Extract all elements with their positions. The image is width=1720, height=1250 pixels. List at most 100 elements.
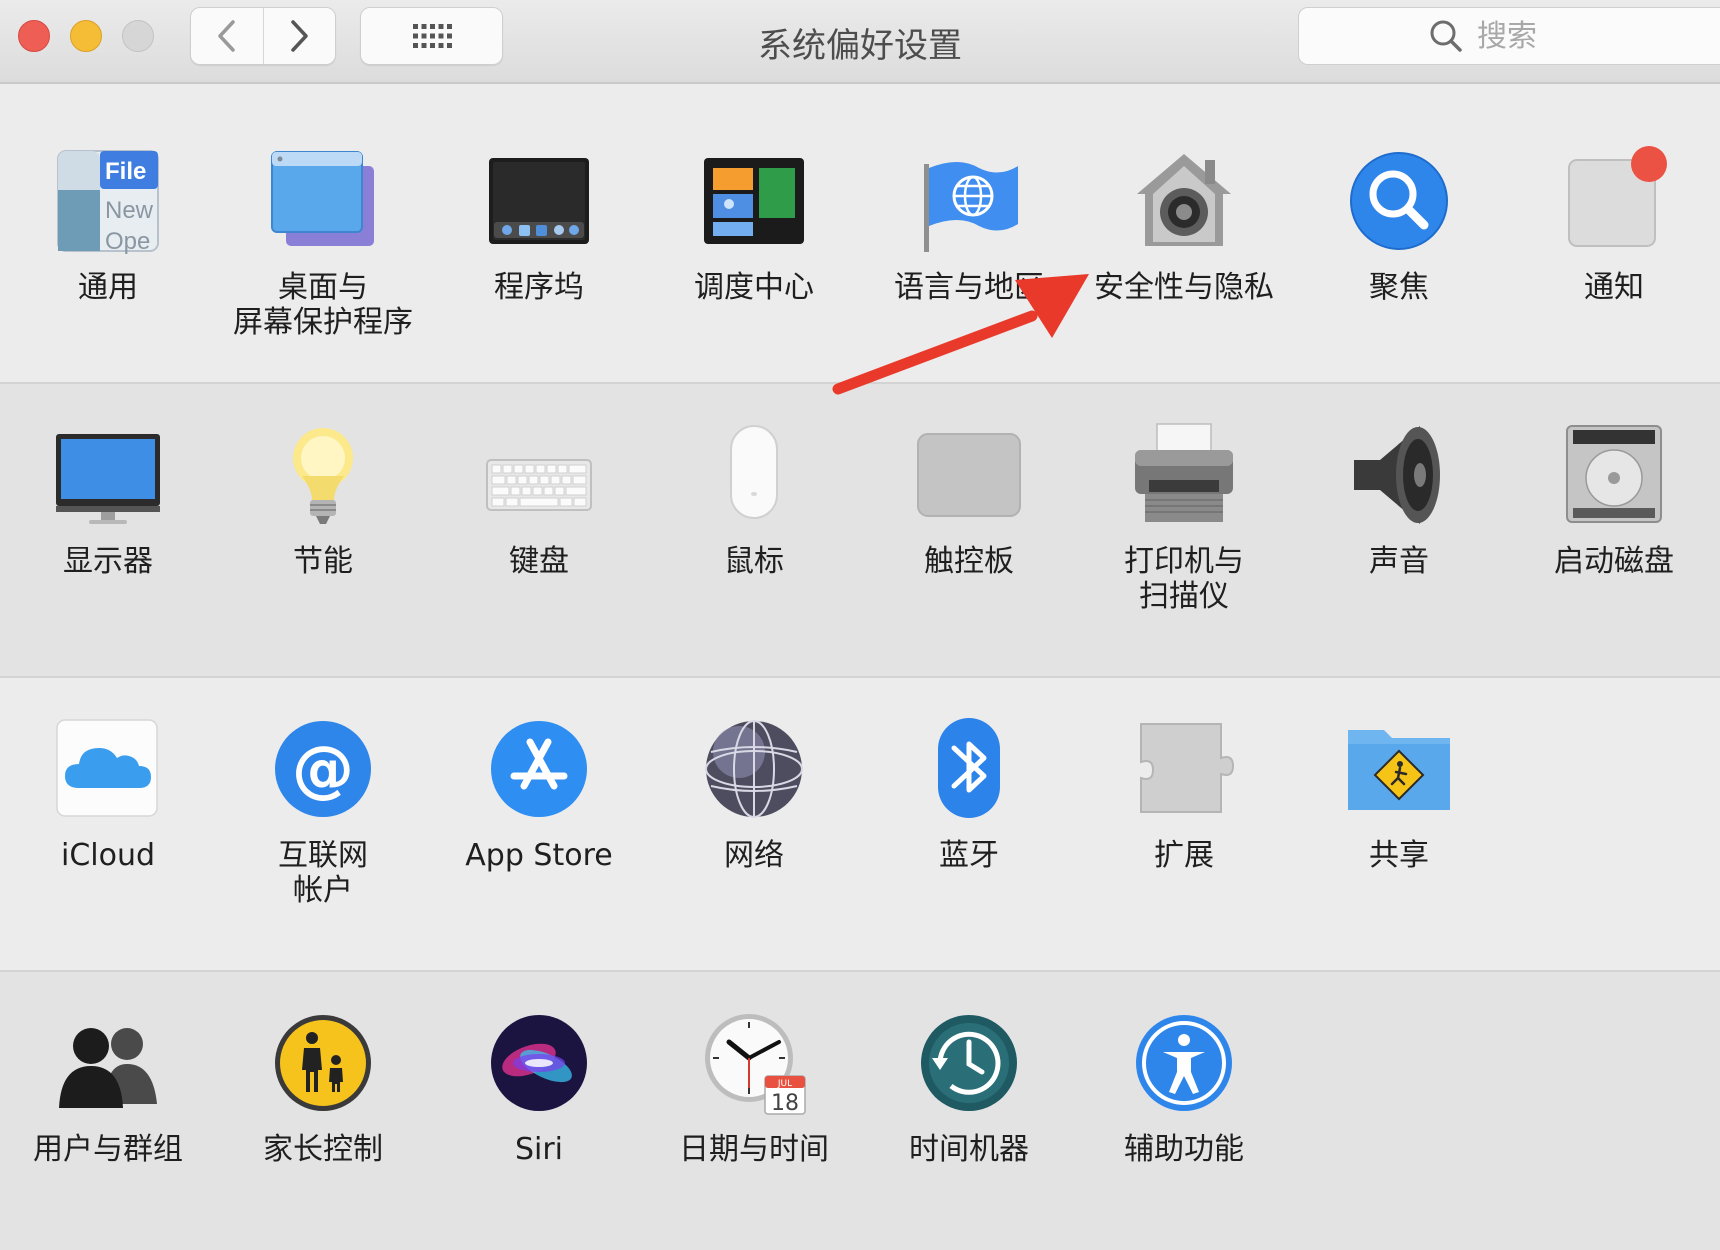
pane-language-region[interactable]: 语言与地区 [869,146,1069,305]
svg-text:File: File [105,158,146,185]
trackpad-icon [917,433,1021,517]
pane-label: iCloud [60,838,156,873]
svg-text:JUL: JUL [777,1079,792,1089]
time-machine-icon [921,1015,1017,1111]
pane-spotlight[interactable]: 聚焦 [1299,146,1499,305]
svg-text:@: @ [292,732,354,805]
accessibility-icon [1136,1015,1232,1111]
desktop-screensaver-icon [271,151,374,246]
pane-mouse[interactable]: 鼠标 [654,420,854,579]
siri-icon [491,1015,587,1111]
pane-label: 声音 [1369,544,1429,579]
pane-internet-accounts[interactable]: @ 互联网 帐户 [223,714,423,908]
spotlight-icon [1350,152,1448,250]
mouse-icon [730,425,778,519]
svg-text:Ope: Ope [105,228,150,255]
pane-label: 共享 [1369,838,1429,873]
pane-label: 安全性与隐私 [1094,270,1274,305]
security-privacy-icon [1137,154,1231,246]
pane-accessibility[interactable]: 辅助功能 [1084,1008,1284,1167]
pane-energy-saver[interactable]: 节能 [223,420,423,579]
pane-label: 蓝牙 [939,838,999,873]
printers-scanners-icon [1135,423,1233,522]
search-icon [1430,20,1462,52]
show-all-button[interactable] [360,7,503,65]
search-input[interactable] [1475,17,1679,55]
svg-text:New: New [105,197,154,224]
pane-label: 扩展 [1154,838,1214,873]
pane-desktop-screensaver[interactable]: 桌面与 屏幕保护程序 [223,146,423,340]
pane-row-hardware: 显示器 节能 键盘 鼠标 触控板 打印机与 扫描仪 声音 启动磁盘 [0,382,1720,676]
pane-app-store[interactable]: App Store [439,714,639,873]
pane-printers-scanners[interactable]: 打印机与 扫描仪 [1084,420,1284,614]
pane-security-privacy[interactable]: 安全性与隐私 [1084,146,1284,305]
date-time-icon: JUL 18 [705,1014,806,1116]
pane-trackpad[interactable]: 触控板 [869,420,1069,579]
grid-icon [412,24,452,48]
pane-displays[interactable]: 显示器 [8,420,208,579]
back-button[interactable] [191,8,263,64]
pane-label: 键盘 [509,544,569,579]
pane-row-internet: iCloud @ 互联网 帐户 App Store 网络 蓝牙 扩展 共享 [0,676,1720,970]
pane-label: 桌面与 屏幕保护程序 [233,270,413,340]
search-field[interactable] [1298,7,1720,65]
pane-bluetooth[interactable]: 蓝牙 [869,714,1069,873]
notifications-icon [1568,146,1667,247]
bluetooth-icon [938,718,1000,818]
keyboard-icon [486,459,592,511]
chevron-right-icon [291,20,308,52]
pane-label: App Store [465,838,613,873]
svg-text:18: 18 [771,1091,799,1116]
sharing-icon [1348,730,1450,810]
pane-label: 通用 [78,270,138,305]
pane-siri[interactable]: Siri [439,1008,639,1167]
pane-label: 用户与群组 [33,1132,183,1167]
mission-control-icon [704,158,804,244]
pane-dock[interactable]: 程序坞 [439,146,639,305]
pane-label: 聚焦 [1369,270,1429,305]
title-bar: 系统偏好设置 [0,0,1720,84]
icloud-icon [56,719,158,817]
pane-icloud[interactable]: iCloud [8,714,208,873]
pane-label: 网络 [724,838,784,873]
pane-label: 鼠标 [724,544,784,579]
pane-label: 打印机与 扫描仪 [1124,544,1244,614]
dock-icon [489,158,589,244]
pane-label: Siri [514,1132,564,1167]
forward-button[interactable] [262,8,336,64]
pane-row-system: 用户与群组 家长控制 Siri JUL 18 日期与时间 时间机器 辅助功能 [0,970,1720,1250]
navigation-buttons [190,7,336,65]
pane-keyboard[interactable]: 键盘 [439,420,639,579]
pane-network[interactable]: 网络 [654,714,854,873]
chevron-left-icon [218,20,235,52]
pane-users-groups[interactable]: 用户与群组 [8,1008,208,1167]
window-title: 系统偏好设置 [758,26,962,66]
pane-parental-controls[interactable]: 家长控制 [223,1008,423,1167]
displays-icon [56,434,160,524]
pane-mission-control[interactable]: 调度中心 [654,146,854,305]
zoom-button[interactable] [122,20,154,52]
pane-notifications[interactable]: 通知 [1514,146,1714,305]
extensions-icon [1140,723,1235,813]
pane-extensions[interactable]: 扩展 [1084,714,1284,873]
pane-label: 辅助功能 [1124,1132,1244,1167]
parental-controls-icon [275,1015,371,1111]
pane-row-personal: File New Ope 通用 桌面与 屏幕保护程序 程序坞 调度中心 语言与地… [0,84,1720,382]
pane-label: 启动磁盘 [1554,544,1674,579]
pane-label: 互联网 帐户 [278,838,368,908]
pane-general[interactable]: File New Ope 通用 [8,146,208,305]
minimize-button[interactable] [70,20,102,52]
network-icon [705,720,803,818]
pane-label: 触控板 [924,544,1014,579]
startup-disk-icon [1566,425,1662,523]
pane-sharing[interactable]: 共享 [1299,714,1499,873]
pane-time-machine[interactable]: 时间机器 [869,1008,1069,1167]
close-button[interactable] [18,20,50,52]
pane-label: 日期与时间 [679,1132,829,1167]
pane-label: 节能 [293,544,353,579]
pane-date-time[interactable]: JUL 18 日期与时间 [654,1008,854,1167]
users-groups-icon [59,1028,157,1108]
pane-sound[interactable]: 声音 [1299,420,1499,579]
pane-startup-disk[interactable]: 启动磁盘 [1514,420,1714,579]
language-region-icon [924,162,1018,252]
